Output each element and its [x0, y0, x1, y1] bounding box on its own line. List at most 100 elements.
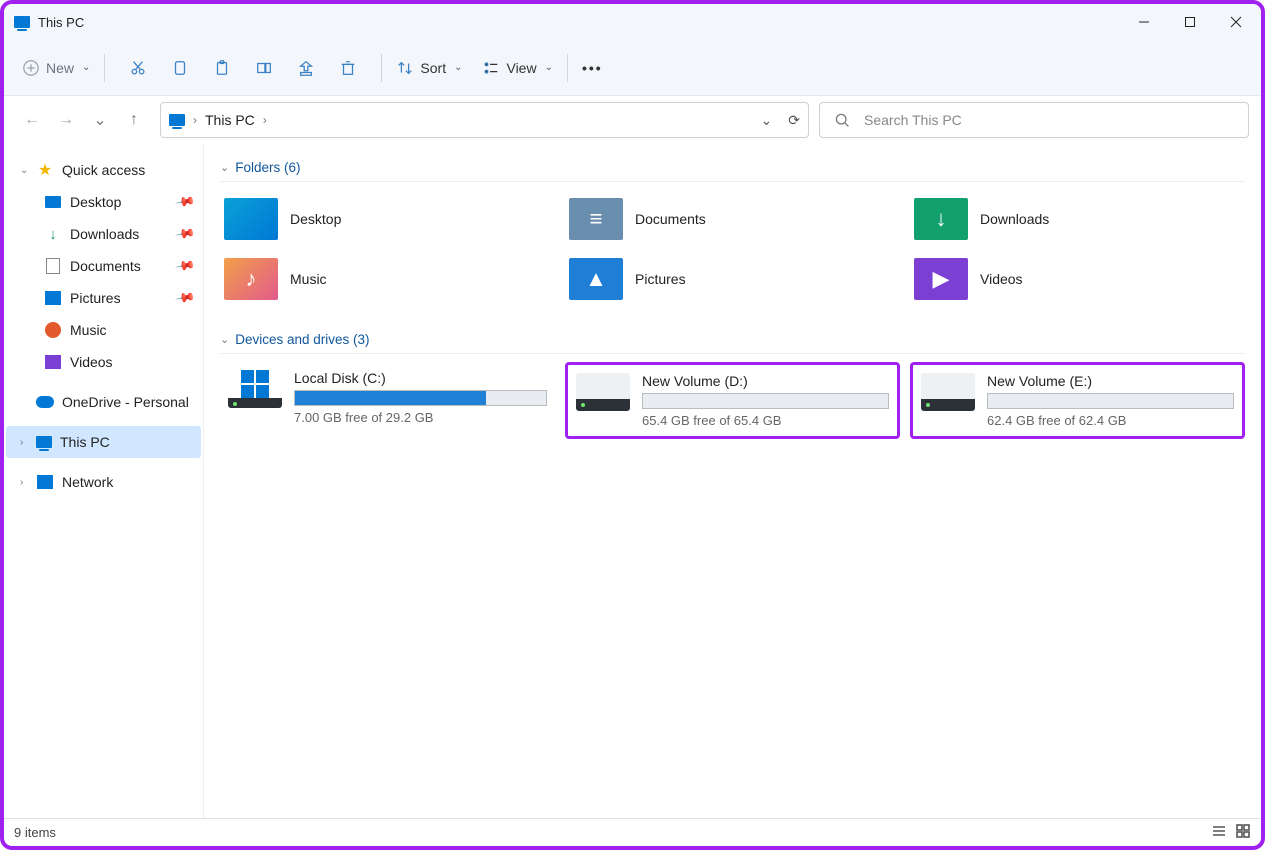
copy-button[interactable] — [163, 53, 197, 83]
address-bar[interactable]: › This PC › ⌄ ⟳ — [160, 102, 809, 138]
drive-name: New Volume (D:) — [642, 373, 889, 389]
sidebar-network[interactable]: › Network — [6, 466, 201, 498]
onedrive-icon — [36, 396, 54, 408]
sidebar-videos[interactable]: Videos — [6, 346, 201, 378]
drive-icon — [576, 373, 630, 411]
minimize-button[interactable] — [1121, 4, 1167, 40]
clipboard-icon — [213, 59, 231, 77]
chevron-down-icon: ⌄ — [82, 62, 90, 73]
desktop-icon — [45, 196, 61, 208]
delete-button[interactable] — [331, 53, 365, 83]
close-button[interactable] — [1213, 4, 1259, 40]
folder-desktop[interactable]: Desktop — [220, 190, 555, 248]
status-bar: 9 items — [4, 818, 1261, 846]
drive-name: Local Disk (C:) — [294, 370, 547, 386]
divider — [104, 54, 105, 82]
drive-tile[interactable]: New Volume (E:) 62.4 GB free of 62.4 GB — [910, 362, 1245, 439]
sidebar-desktop[interactable]: Desktop 📌 — [6, 186, 201, 218]
sidebar-item-label: Network — [62, 474, 113, 490]
search-icon — [834, 112, 850, 128]
section-label: Folders (6) — [235, 160, 300, 175]
sort-icon — [396, 59, 414, 77]
sidebar-this-pc[interactable]: › This PC — [6, 426, 201, 458]
folder-downloads[interactable]: ↓ Downloads — [910, 190, 1245, 248]
sidebar-documents[interactable]: Documents📌 — [6, 250, 201, 282]
star-icon: ★ — [36, 161, 54, 179]
sidebar-downloads[interactable]: ↓Downloads📌 — [6, 218, 201, 250]
refresh-button[interactable]: ⟳ — [788, 112, 800, 129]
folder-label: Music — [290, 271, 327, 287]
folder-videos[interactable]: ▶Videos — [910, 250, 1245, 308]
chevron-right-icon: › — [193, 113, 197, 127]
pin-icon: 📌 — [174, 191, 196, 213]
drives-section-header[interactable]: ⌄ Devices and drives (3) — [220, 326, 1245, 354]
folder-label: Videos — [980, 271, 1023, 287]
forward-button[interactable]: → — [56, 111, 76, 129]
music-folder-icon: ♪ — [224, 258, 278, 300]
sidebar-item-label: Desktop — [70, 194, 121, 210]
sidebar-item-label: Music — [70, 322, 107, 338]
sidebar-music[interactable]: Music — [6, 314, 201, 346]
paste-button[interactable] — [205, 53, 239, 83]
rename-button[interactable] — [247, 53, 281, 83]
videos-icon — [45, 355, 61, 369]
sort-button[interactable]: Sort ⌄ — [388, 53, 470, 83]
details-view-button[interactable] — [1211, 823, 1227, 842]
network-icon — [37, 475, 53, 489]
sort-label: Sort — [420, 60, 446, 76]
sidebar-item-label: This PC — [60, 434, 110, 450]
folder-documents[interactable]: ≡ Documents — [565, 190, 900, 248]
tiles-view-button[interactable] — [1235, 823, 1251, 842]
desktop-folder-icon — [224, 198, 278, 240]
folder-label: Downloads — [980, 211, 1049, 227]
this-pc-icon — [36, 436, 52, 448]
sidebar-pictures[interactable]: Pictures📌 — [6, 282, 201, 314]
maximize-button[interactable] — [1167, 4, 1213, 40]
folder-music[interactable]: ♪ Music — [220, 250, 555, 308]
drive-usage-bar — [642, 393, 889, 409]
view-button[interactable]: View ⌄ — [474, 53, 560, 83]
cut-button[interactable] — [121, 53, 155, 83]
breadcrumb[interactable]: This PC — [205, 112, 255, 128]
share-icon — [297, 59, 315, 77]
search-box[interactable]: Search This PC — [819, 102, 1249, 138]
drive-tile[interactable]: New Volume (D:) 65.4 GB free of 65.4 GB — [565, 362, 900, 439]
up-button[interactable]: ↑ — [124, 111, 144, 129]
divider — [381, 54, 382, 82]
search-placeholder: Search This PC — [864, 112, 962, 128]
copy-icon — [171, 59, 189, 77]
sidebar-item-label: Quick access — [62, 162, 145, 178]
chevron-down-icon: ⌄ — [20, 165, 28, 176]
drive-free-text: 65.4 GB free of 65.4 GB — [642, 413, 889, 428]
scissors-icon — [129, 59, 147, 77]
share-button[interactable] — [289, 53, 323, 83]
toolbar: New ⌄ Sort ⌄ View ⌄ ••• — [4, 40, 1261, 96]
chevron-down-icon: ⌄ — [220, 161, 229, 174]
pictures-folder-icon: ▲ — [569, 258, 623, 300]
content-area: ⌄ Folders (6) Desktop ≡ Documents ↓ Downlo… — [204, 144, 1261, 818]
folder-pictures[interactable]: ▲ Pictures — [565, 250, 900, 308]
folders-section-header[interactable]: ⌄ Folders (6) — [220, 154, 1245, 182]
sidebar-onedrive[interactable]: OneDrive - Personal — [6, 386, 201, 418]
new-button[interactable]: New ⌄ — [14, 53, 98, 83]
folder-label: Pictures — [635, 271, 686, 287]
recent-locations-button[interactable]: ⌄ — [90, 110, 110, 130]
this-pc-icon — [169, 114, 185, 126]
navbar: ← → ⌄ ↑ › This PC › ⌄ ⟳ Search This PC — [4, 96, 1261, 144]
divider — [567, 54, 568, 82]
sidebar-quick-access[interactable]: ⌄ ★ Quick access — [6, 154, 201, 186]
drive-tile[interactable]: Local Disk (C:) 7.00 GB free of 29.2 GB — [220, 362, 555, 439]
back-button[interactable]: ← — [22, 111, 42, 129]
more-button[interactable]: ••• — [574, 54, 611, 82]
drive-usage-bar — [987, 393, 1234, 409]
address-dropdown-button[interactable]: ⌄ — [761, 112, 773, 129]
chevron-right-icon: › — [20, 477, 23, 488]
sidebar-item-label: Downloads — [70, 226, 139, 242]
folder-label: Documents — [635, 211, 706, 227]
sidebar-item-label: Pictures — [70, 290, 121, 306]
status-item-count: 9 items — [14, 825, 56, 840]
chevron-right-icon: › — [263, 113, 267, 127]
section-label: Devices and drives (3) — [235, 332, 369, 347]
documents-folder-icon: ≡ — [569, 198, 623, 240]
downloads-folder-icon: ↓ — [914, 198, 968, 240]
